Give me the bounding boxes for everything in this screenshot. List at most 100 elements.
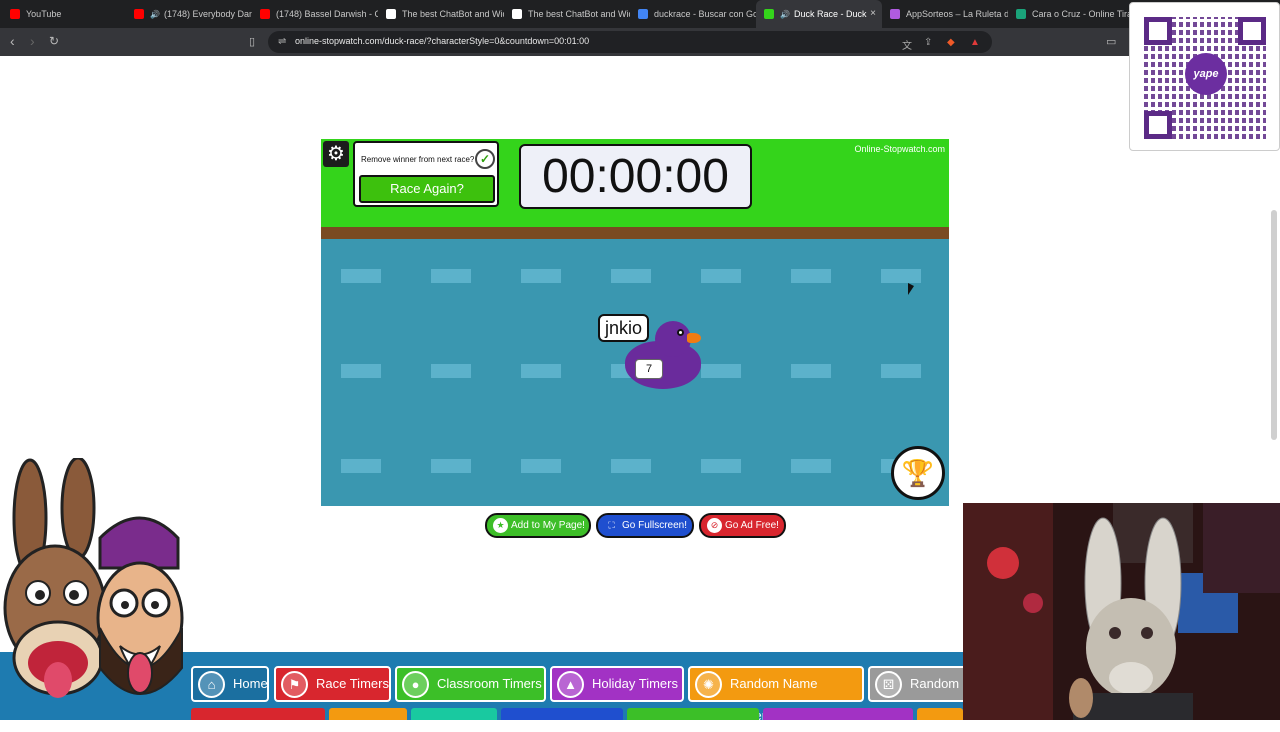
race-control-panel: Remove winner from next race? ✓ Race Aga… [353,141,499,207]
tab-title: Duck Race - Duck [793,9,867,19]
nav-row2-item[interactable] [501,708,623,720]
wave [321,459,949,473]
online-stopwatch-logo[interactable]: Online-Stopwatch.com [854,144,945,154]
nav-row2-item[interactable] [627,708,759,720]
duck-race-game[interactable]: ⚙ Remove winner from next race? ✓ Race A… [321,139,949,506]
nav-row2-item[interactable] [917,708,963,720]
nav-race-timers-button[interactable]: ⚑ Race Timers [274,666,391,702]
remove-winner-label: Remove winner from next race? [361,155,475,164]
fullscreen-icon: ⛶ [608,520,615,530]
tab-favicon-icon [764,9,774,19]
mouse-cursor [908,283,914,295]
browser-tab-bar: YouTube 🔊 (1748) Everybody Danc (1748) Bass… [0,0,1280,28]
go-ad-free-button[interactable]: ⊘ Go Ad Free! [699,513,786,538]
tab-favicon-icon [134,9,144,19]
dice-icon: ⚄ [875,671,902,698]
nav-random-label: Random N [910,676,960,691]
browser-tab[interactable]: 🔊 Duck Race - Duck × [756,0,882,28]
duck-number: 7 [635,359,663,379]
apple-icon: ● [402,671,429,698]
tab-favicon-icon [638,9,648,19]
streamer-avatar-illustration [3,458,184,698]
nav-row2-item[interactable] [329,708,407,720]
go-ad-free-label: Go Ad Free! [725,520,779,531]
add-to-my-page-label: Add to My Page! [511,520,585,531]
brave-shield-icon[interactable]: ◆ [947,37,955,48]
nav-home-button[interactable]: ⌂ Home [191,666,269,702]
tab-title: Cara o Cruz - Online Tirar [1032,9,1134,19]
go-fullscreen-label: Go Fullscreen! [622,520,688,531]
tab-audio-icon[interactable]: 🔊 [780,10,790,19]
trophy-icon[interactable]: 🏆 [891,446,945,500]
forward-icon[interactable]: › [30,33,35,49]
tab-favicon-icon [512,9,522,19]
nav-classroom-timers-button[interactable]: ● Classroom Timers [395,666,546,702]
browser-toolbar: ‹ › ↻ ▯ ⇌ online-stopwatch.com/duck-race… [0,28,1280,56]
tab-title: (1748) Bassel Darwish - Cr [276,9,378,19]
tab-title: AppSorteos – La Ruleta de [906,9,1008,19]
qr-code-overlay: yape [1129,2,1280,151]
tab-favicon-icon [10,9,20,19]
duck-beak [687,333,701,343]
qr-finder-top-left [1144,17,1172,45]
picker-wheel-icon: ✺ [695,671,722,698]
tab-audio-icon[interactable]: 🔊 [150,10,160,19]
yape-logo: yape [1185,53,1227,95]
browser-tab[interactable]: The best ChatBot and Wid [378,0,504,28]
nav-row2-item[interactable] [763,708,913,720]
site-info-icon[interactable]: ⇌ [278,36,286,47]
url-text[interactable]: online-stopwatch.com/duck-race/?characte… [295,36,589,46]
duck-name-label: jnkio [598,314,650,342]
race-again-button[interactable]: Race Again? [359,175,495,203]
share-icon[interactable]: ⇪ [924,37,932,48]
star-icon: ★ [493,518,508,533]
tab-favicon-icon [386,9,396,19]
page-scrollbar[interactable] [1271,210,1277,440]
party-hat-icon: ▲ [557,671,584,698]
countdown-timer: 00:00:00 [519,144,752,209]
browser-tab[interactable]: The best ChatBot and Wid [504,0,630,28]
webcam-feed [963,503,1280,720]
browser-tab[interactable]: AppSorteos – La Ruleta de [882,0,1008,28]
tab-title: (1748) Everybody Danc [163,9,252,19]
nav-holiday-timers-button[interactable]: ▲ Holiday Timers [550,666,684,702]
browser-tab[interactable]: 🔊 (1748) Everybody Danc [126,0,252,28]
remove-winner-checkbox[interactable]: ✓ [475,149,495,169]
no-ads-icon: ⊘ [707,518,722,533]
runner-icon: ⚑ [281,671,308,698]
translate-icon[interactable]: 文 [902,37,912,52]
tab-favicon-icon [260,9,270,19]
nav-race-timers-label: Race Timers [316,676,389,691]
tab-title: The best ChatBot and Wid [402,9,504,19]
wave [321,269,949,283]
river-bank [321,227,949,239]
tab-favicon-icon [890,9,900,19]
back-icon[interactable]: ‹ [10,33,15,49]
settings-gear-icon[interactable]: ⚙ [323,141,349,167]
browser-tab[interactable]: YouTube [0,0,126,28]
add-to-my-page-button[interactable]: ★ Add to My Page! [485,513,591,538]
nav-row2-item[interactable] [411,708,497,720]
brave-rewards-icon[interactable]: ▲ [970,37,980,48]
address-bar[interactable]: ⇌ online-stopwatch.com/duck-race/?charac… [268,31,992,53]
duck-eye [677,329,684,336]
tab-title: The best ChatBot and Wid [528,9,630,19]
sidebar-toggle-icon[interactable]: ▭ [1106,35,1116,48]
duck-head [655,321,691,357]
browser-tab[interactable]: (1748) Bassel Darwish - Cr [252,0,378,28]
nav-holiday-timers-label: Holiday Timers [592,676,678,691]
tab-favicon-icon [1016,9,1026,19]
browser-tab[interactable]: Cara o Cruz - Online Tirar [1008,0,1134,28]
nav-random-button[interactable]: ⚄ Random N [868,666,963,702]
nav-random-name-pickers-button[interactable]: ✺ Random Name Pickers [688,666,864,723]
tab-title: duckrace - Buscar con Goo [654,9,756,19]
nav-row2-item[interactable] [191,708,325,720]
go-fullscreen-button[interactable]: ⛶ Go Fullscreen! [596,513,694,538]
qr-finder-bottom-left [1144,111,1172,139]
home-icon: ⌂ [198,671,225,698]
bookmark-icon[interactable]: ▯ [249,35,255,48]
browser-tab[interactable]: duckrace - Buscar con Goo [630,0,756,28]
reload-icon[interactable]: ↻ [49,34,59,48]
tab-close-icon[interactable]: × [870,8,876,19]
qr-finder-top-right [1238,17,1266,45]
